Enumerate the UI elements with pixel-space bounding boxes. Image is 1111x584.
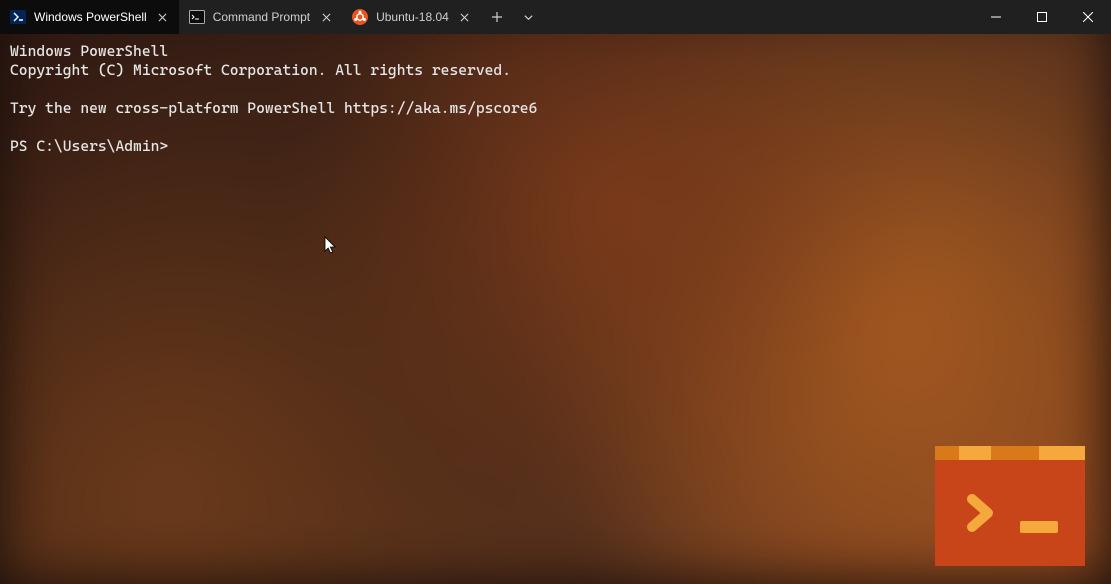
- terminal-output[interactable]: Windows PowerShell Copyright (C) Microso…: [0, 34, 1111, 164]
- terminal-line: Copyright (C) Microsoft Corporation. All…: [10, 61, 511, 79]
- tab-label: Command Prompt: [213, 10, 310, 24]
- ubuntu-icon: [352, 9, 368, 25]
- titlebar-drag-region[interactable]: [545, 0, 973, 34]
- tab-ubuntu[interactable]: Ubuntu-18.04: [342, 0, 481, 34]
- close-window-button[interactable]: [1065, 0, 1111, 34]
- terminal-line: Windows PowerShell: [10, 42, 168, 60]
- powershell-icon: [10, 9, 26, 25]
- tab-strip: Windows PowerShell Command Prompt Ubuntu…: [0, 0, 545, 34]
- close-tab-button[interactable]: [318, 9, 334, 25]
- minimize-button[interactable]: [973, 0, 1019, 34]
- tab-label: Windows PowerShell: [34, 10, 147, 24]
- maximize-button[interactable]: [1019, 0, 1065, 34]
- windows-terminal-logo: [935, 446, 1085, 566]
- title-bar: Windows PowerShell Command Prompt Ubuntu…: [0, 0, 1111, 34]
- close-tab-button[interactable]: [457, 9, 473, 25]
- cmd-icon: [189, 9, 205, 25]
- tab-label: Ubuntu-18.04: [376, 10, 449, 24]
- terminal-line: Try the new cross-platform PowerShell ht…: [10, 99, 537, 117]
- window-controls: [973, 0, 1111, 34]
- tab-dropdown-button[interactable]: [513, 0, 545, 34]
- close-tab-button[interactable]: [155, 9, 171, 25]
- terminal-prompt: PS C:\Users\Admin>: [10, 137, 168, 155]
- tab-cmd[interactable]: Command Prompt: [179, 0, 342, 34]
- tab-powershell[interactable]: Windows PowerShell: [0, 0, 179, 34]
- new-tab-button[interactable]: [481, 0, 513, 34]
